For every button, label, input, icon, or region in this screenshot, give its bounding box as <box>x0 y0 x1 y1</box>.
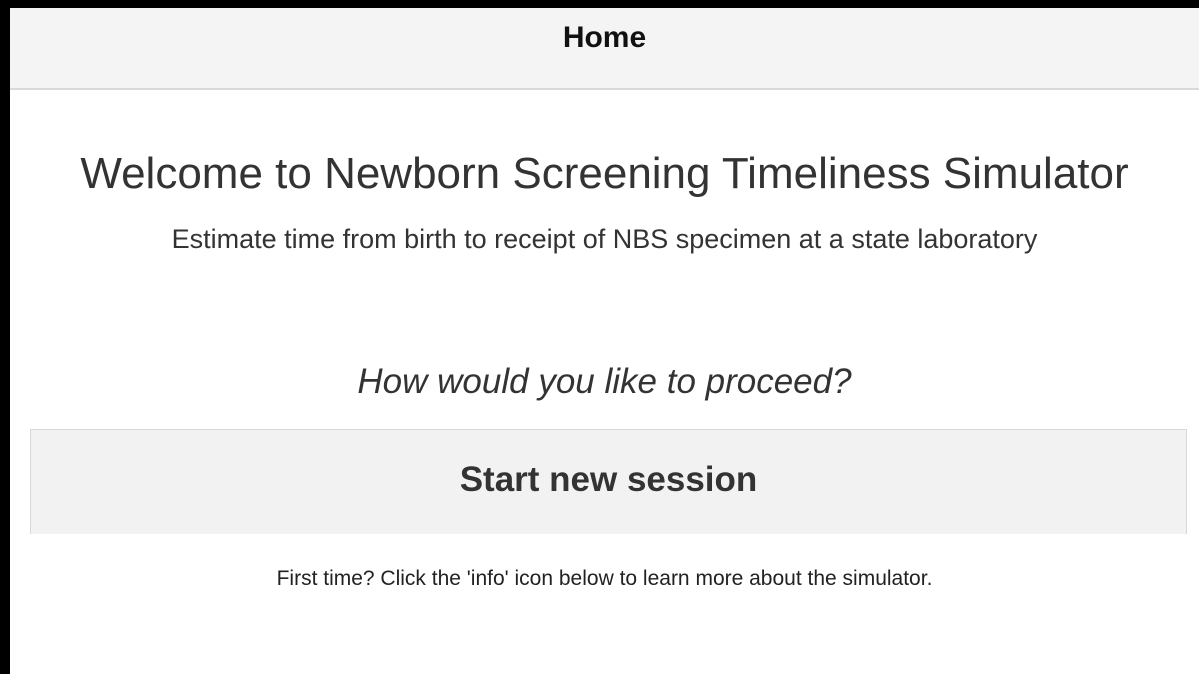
first-time-hint: First time? Click the 'info' icon below … <box>276 567 933 590</box>
welcome-subtitle: Estimate time from birth to receipt of N… <box>171 224 1038 254</box>
start-new-session-button[interactable]: Start new session <box>30 429 1187 534</box>
header-bar: Home <box>10 8 1199 90</box>
welcome-heading: Welcome to Newborn Screening Timeliness … <box>80 149 1129 198</box>
app-screen: Home Welcome to Newborn Screening Timeli… <box>10 8 1199 674</box>
proceed-prompt: How would you like to proceed? <box>357 362 852 401</box>
page-title: Home <box>562 21 647 54</box>
device-frame: Home Welcome to Newborn Screening Timeli… <box>0 0 1199 674</box>
